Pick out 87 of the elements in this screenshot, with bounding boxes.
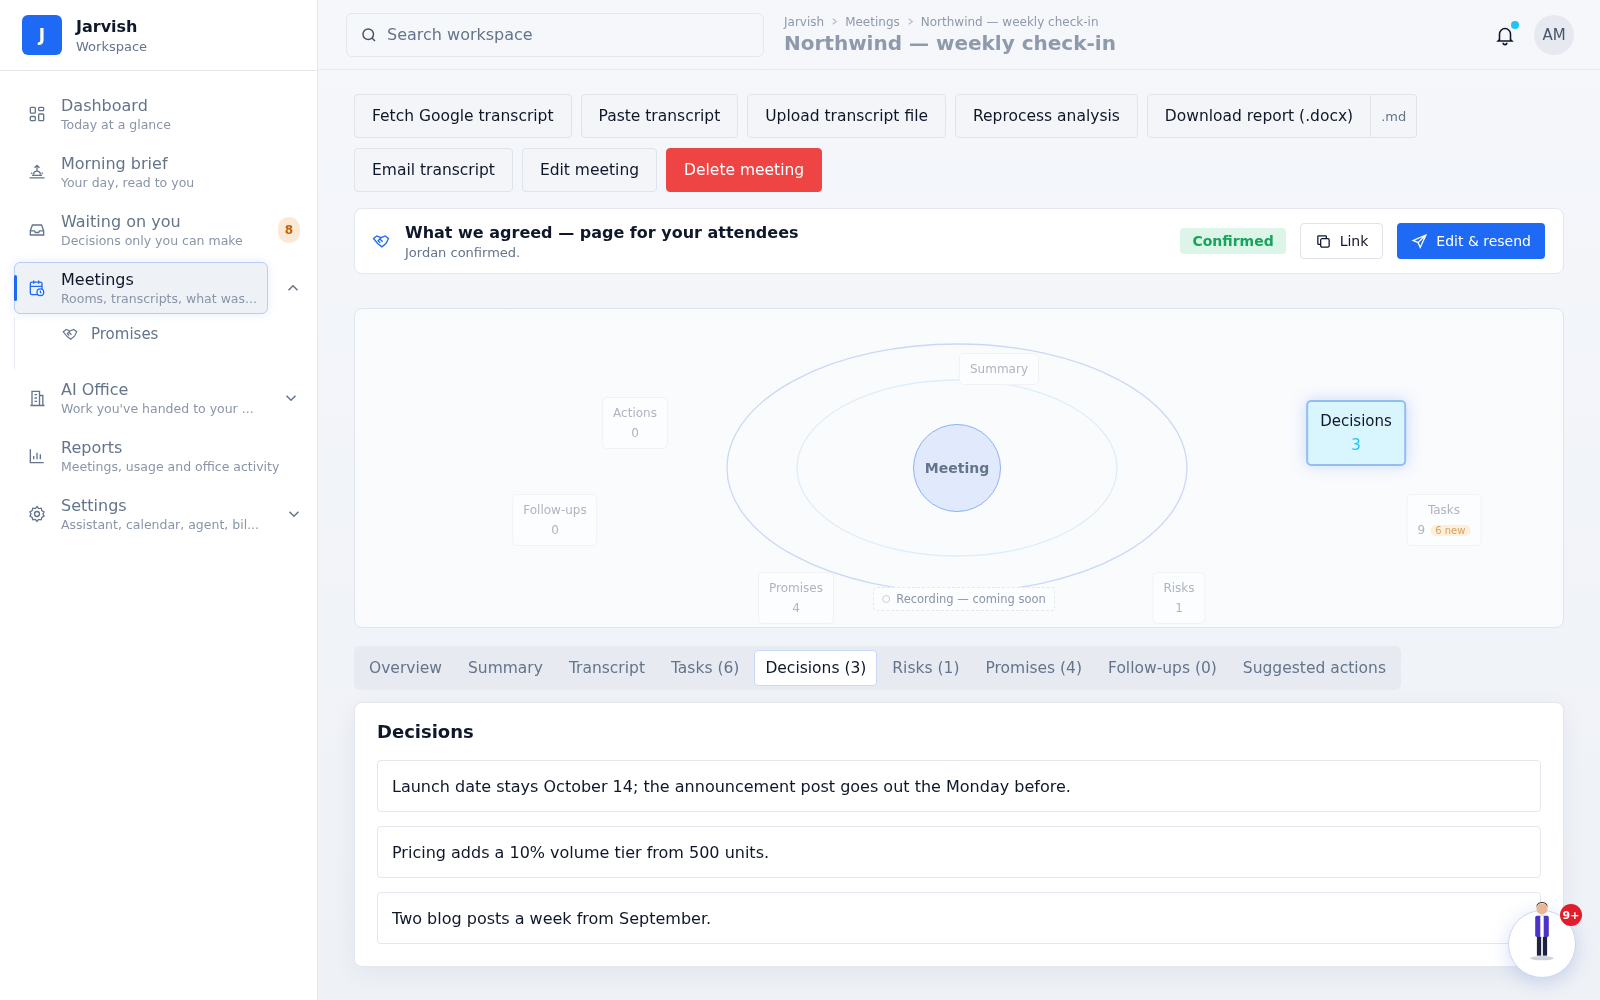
nav-item[interactable]: AI Office Work you've handed to your ... bbox=[14, 372, 266, 424]
meeting-node[interactable]: Meeting bbox=[913, 424, 1001, 512]
breadcrumb-item[interactable]: Meetings bbox=[845, 14, 900, 29]
brand-name: Jarvish bbox=[76, 16, 139, 36]
new-badge: 6 new bbox=[1430, 524, 1471, 536]
nav-item[interactable]: Meetings Rooms, transcripts, what was... bbox=[14, 262, 268, 314]
search-field[interactable]: Search workspace bbox=[346, 12, 764, 57]
nav-title: Waiting on you bbox=[61, 212, 182, 231]
action-button[interactable]: Reprocess analysis bbox=[955, 94, 1138, 138]
building-icon bbox=[27, 388, 47, 408]
nav-title: Dashboard bbox=[61, 96, 149, 115]
resend-button[interactable]: Edit & resend bbox=[1397, 223, 1545, 259]
map-node[interactable]: Decisions 3 bbox=[1306, 400, 1406, 466]
node-count: 9 bbox=[1417, 523, 1426, 537]
nav-title: Meetings bbox=[61, 270, 135, 289]
nav-title: Reports bbox=[61, 438, 124, 457]
subnav-item[interactable]: Promises bbox=[55, 321, 165, 347]
delete-button[interactable]: Delete meeting bbox=[666, 148, 823, 192]
card-title: What we agreed — page for your attendees bbox=[405, 222, 800, 242]
action-button[interactable]: Paste transcript bbox=[580, 94, 739, 138]
node-label: Follow-ups bbox=[523, 503, 587, 517]
nav-subtitle: Assistant, calendar, agent, bil... bbox=[61, 517, 260, 532]
download-button[interactable]: Download report (.docx) bbox=[1146, 94, 1372, 138]
action-button[interactable]: Edit meeting bbox=[521, 148, 658, 192]
tab[interactable]: Promises (4) bbox=[974, 650, 1093, 686]
chevron-icon bbox=[830, 17, 840, 26]
page-title: Northwind — weekly check-in bbox=[784, 30, 1117, 55]
chart-icon bbox=[27, 446, 47, 466]
node-count: 0 bbox=[551, 523, 559, 537]
settings-icon bbox=[27, 504, 47, 524]
node-label: Summary bbox=[970, 362, 1028, 376]
notifications-button[interactable] bbox=[1494, 23, 1516, 46]
node-count: 1 bbox=[1175, 601, 1183, 615]
nav-item[interactable]: Morning brief Your day, read to you bbox=[14, 146, 266, 198]
node-count: 4 bbox=[792, 601, 800, 615]
node-label: Risks bbox=[1163, 581, 1195, 595]
tab[interactable]: Transcript bbox=[557, 650, 656, 686]
calendar-icon bbox=[27, 278, 47, 298]
action-button[interactable]: Fetch Google transcript bbox=[354, 94, 572, 138]
nav-title: Settings bbox=[61, 496, 128, 515]
user-avatar[interactable]: AM bbox=[1534, 14, 1574, 55]
tab[interactable]: Follow-ups (0) bbox=[1097, 650, 1228, 686]
panel-title: Decisions bbox=[377, 721, 475, 742]
node-count: 3 bbox=[1351, 436, 1361, 454]
tab[interactable]: Summary bbox=[457, 650, 554, 686]
node-label: Decisions bbox=[1320, 412, 1392, 430]
copy-icon bbox=[1314, 232, 1332, 250]
count-badge: 8 bbox=[278, 217, 300, 243]
breadcrumb-item[interactable]: Northwind — weekly check-in bbox=[920, 14, 1099, 29]
sunrise-icon bbox=[27, 162, 47, 182]
node-label: Actions bbox=[613, 406, 657, 420]
node-label: Tasks bbox=[1427, 503, 1461, 517]
grid-icon bbox=[27, 104, 47, 124]
logo-icon: J bbox=[22, 15, 62, 55]
nav-item[interactable]: Dashboard Today at a glance bbox=[14, 88, 266, 140]
copy-link-button[interactable]: Link bbox=[1299, 223, 1384, 259]
action-button[interactable]: Upload transcript file bbox=[747, 94, 946, 138]
decision-item: Launch date stays October 14; the announcement post goes out the Monday before. bbox=[377, 760, 1541, 812]
nav-subtitle: Decisions only you can make bbox=[61, 233, 243, 248]
decision-item: Pricing adds a 10% volume tier from 500 units. bbox=[377, 826, 1541, 878]
breadcrumb-item[interactable]: Jarvish bbox=[784, 14, 825, 29]
send-icon bbox=[1411, 232, 1429, 250]
node-count: 0 bbox=[631, 426, 639, 440]
tab[interactable]: Risks (1) bbox=[881, 650, 971, 686]
tab[interactable]: Overview bbox=[358, 650, 453, 686]
nav-item[interactable]: Reports Meetings, usage and office activity bbox=[14, 430, 291, 482]
nav-title: AI Office bbox=[61, 380, 130, 399]
nav-subtitle: Today at a glance bbox=[61, 117, 171, 132]
node-label: Promises bbox=[769, 581, 823, 595]
nav-subtitle: Your day, read to you bbox=[61, 175, 195, 190]
tab[interactable]: Tasks (6) bbox=[659, 650, 751, 686]
nav-title: Morning brief bbox=[61, 154, 169, 173]
tab[interactable]: Suggested actions bbox=[1231, 650, 1397, 686]
action-button[interactable]: Email transcript bbox=[354, 148, 513, 192]
format-button[interactable]: .md bbox=[1371, 94, 1418, 138]
search-icon bbox=[360, 25, 378, 44]
status-badge: Confirmed bbox=[1180, 228, 1286, 254]
nav-item[interactable]: Settings Assistant, calendar, agent, bil... bbox=[14, 488, 270, 540]
nav-item[interactable]: Waiting on you Decisions only you can make bbox=[14, 204, 266, 256]
brand-subtitle: Workspace bbox=[76, 38, 148, 54]
notification-badge: 9+ bbox=[1560, 904, 1582, 926]
nav-subtitle: Meetings, usage and office activity bbox=[61, 459, 280, 474]
nav-subtitle: Work you've handed to your ... bbox=[61, 401, 254, 416]
tab[interactable]: Decisions (3) bbox=[754, 650, 878, 686]
recording-label: Recording — coming soon bbox=[896, 592, 1046, 606]
nav-subtitle: Rooms, transcripts, what was... bbox=[61, 291, 257, 306]
card-subtitle: Jordan confirmed. bbox=[405, 244, 522, 260]
